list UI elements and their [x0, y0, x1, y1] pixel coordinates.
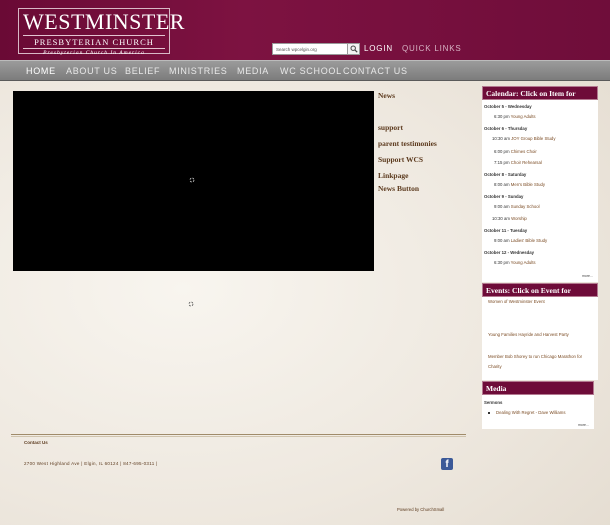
footer-contact-label[interactable]: Contact Us: [24, 440, 48, 445]
nav-contact-us[interactable]: CONTACT US: [343, 66, 408, 76]
facebook-icon[interactable]: f: [441, 458, 453, 470]
events-panel: Events: Click on Event for Details Women…: [482, 283, 598, 380]
media-title: Media: [482, 381, 594, 395]
nav-media[interactable]: MEDIA: [237, 66, 269, 76]
calendar-panel: Calendar: Click on Item for Details Octo…: [482, 86, 598, 282]
media-more-link[interactable]: more...: [578, 423, 589, 427]
side-link-support[interactable]: support: [378, 123, 403, 132]
logo-subtitle: PRESBYTERIAN CHURCH: [23, 35, 165, 47]
powered-by-link[interactable]: Powered by ChurchSmall: [397, 507, 444, 512]
footer-divider: [11, 436, 466, 437]
logo-name: WESTMINSTER: [23, 9, 185, 34]
calendar-event[interactable]: 6:00 pm Chimes Choir: [494, 149, 537, 154]
nav-about-us[interactable]: ABOUT US: [66, 66, 117, 76]
calendar-more-link[interactable]: more...: [582, 274, 593, 278]
side-link-support-wcs[interactable]: Support WCS: [378, 155, 423, 164]
loading-spinner-icon: [189, 177, 195, 183]
calendar-event[interactable]: 6:30 pm Young Adults: [494, 260, 536, 265]
header: WESTMINSTER PRESBYTERIAN CHURCH Presbyte…: [0, 0, 610, 60]
calendar-day: October 8 - Saturday: [484, 172, 527, 177]
calendar-event[interactable]: 9:00 am Ladies' Bible Study: [494, 238, 547, 243]
side-link-parent-testimonies[interactable]: parent testimonies: [378, 139, 437, 148]
calendar-day: October 12 - Wednesday: [484, 250, 535, 255]
media-panel: Media Sermons Dealing With Regret - Dave…: [482, 381, 594, 429]
calendar-title: Calendar: Click on Item for Details: [482, 86, 598, 108]
calendar-event[interactable]: 10:30 am JOY Group Bible Study: [492, 136, 555, 141]
event-item[interactable]: Young Families Hayride and Harvest Party: [488, 332, 569, 337]
nav-home[interactable]: HOME: [26, 66, 56, 76]
event-item[interactable]: Women of Westminster Event: [488, 299, 545, 304]
quick-links-link[interactable]: QUICK LINKS: [402, 44, 461, 53]
nav-wc-school[interactable]: WC SCHOOL: [280, 66, 342, 76]
logo[interactable]: WESTMINSTER PRESBYTERIAN CHURCH Presbyte…: [18, 8, 185, 56]
calendar-event[interactable]: 8:00 am Men's Bible Study: [494, 182, 545, 187]
events-title: Events: Click on Event for Details: [482, 283, 598, 305]
video-player[interactable]: [13, 91, 374, 271]
bullet-icon: [488, 412, 490, 414]
calendar-day: October 9 - Sunday: [484, 194, 524, 199]
footer-address: 2700 West Highland Ave | Elgin, IL 60124…: [24, 461, 158, 466]
calendar-event[interactable]: 10:30 am Worship: [492, 216, 527, 221]
main-nav: HOME ABOUT US BELIEF MINISTRIES MEDIA WC…: [0, 60, 610, 81]
calendar-day: October 5 - Wednesday: [484, 104, 532, 109]
footer-divider: [11, 434, 466, 435]
nav-ministries[interactable]: MINISTRIES: [169, 66, 228, 76]
side-link-news-button[interactable]: News Button: [378, 184, 419, 193]
page: WESTMINSTER PRESBYTERIAN CHURCH Presbyte…: [0, 0, 610, 525]
search-button[interactable]: [347, 43, 360, 55]
search-icon: [350, 45, 358, 53]
loading-spinner-icon: [188, 301, 194, 307]
calendar-event[interactable]: 9:00 am Sunday School: [494, 204, 540, 209]
nav-belief[interactable]: BELIEF: [125, 66, 160, 76]
event-item[interactable]: Member Bob Shorey to run Chicago Maratho…: [488, 352, 596, 372]
side-link-news[interactable]: News: [378, 91, 395, 100]
side-link-linkpage[interactable]: Linkpage: [378, 171, 408, 180]
media-category-label: Sermons: [484, 400, 503, 405]
calendar-day: October 6 - Thursday: [484, 126, 528, 131]
calendar-event[interactable]: 7:15 pm Choir Rehearsal: [494, 160, 542, 165]
calendar-event[interactable]: 6:30 pm Young Adults: [494, 114, 536, 119]
login-link[interactable]: LOGIN: [364, 44, 393, 53]
media-item[interactable]: Dealing With Regret - Dave Williams: [496, 410, 566, 415]
calendar-day: October 11 - Tuesday: [484, 228, 528, 233]
logo-tagline: Presbyterian Church In America: [23, 48, 165, 56]
